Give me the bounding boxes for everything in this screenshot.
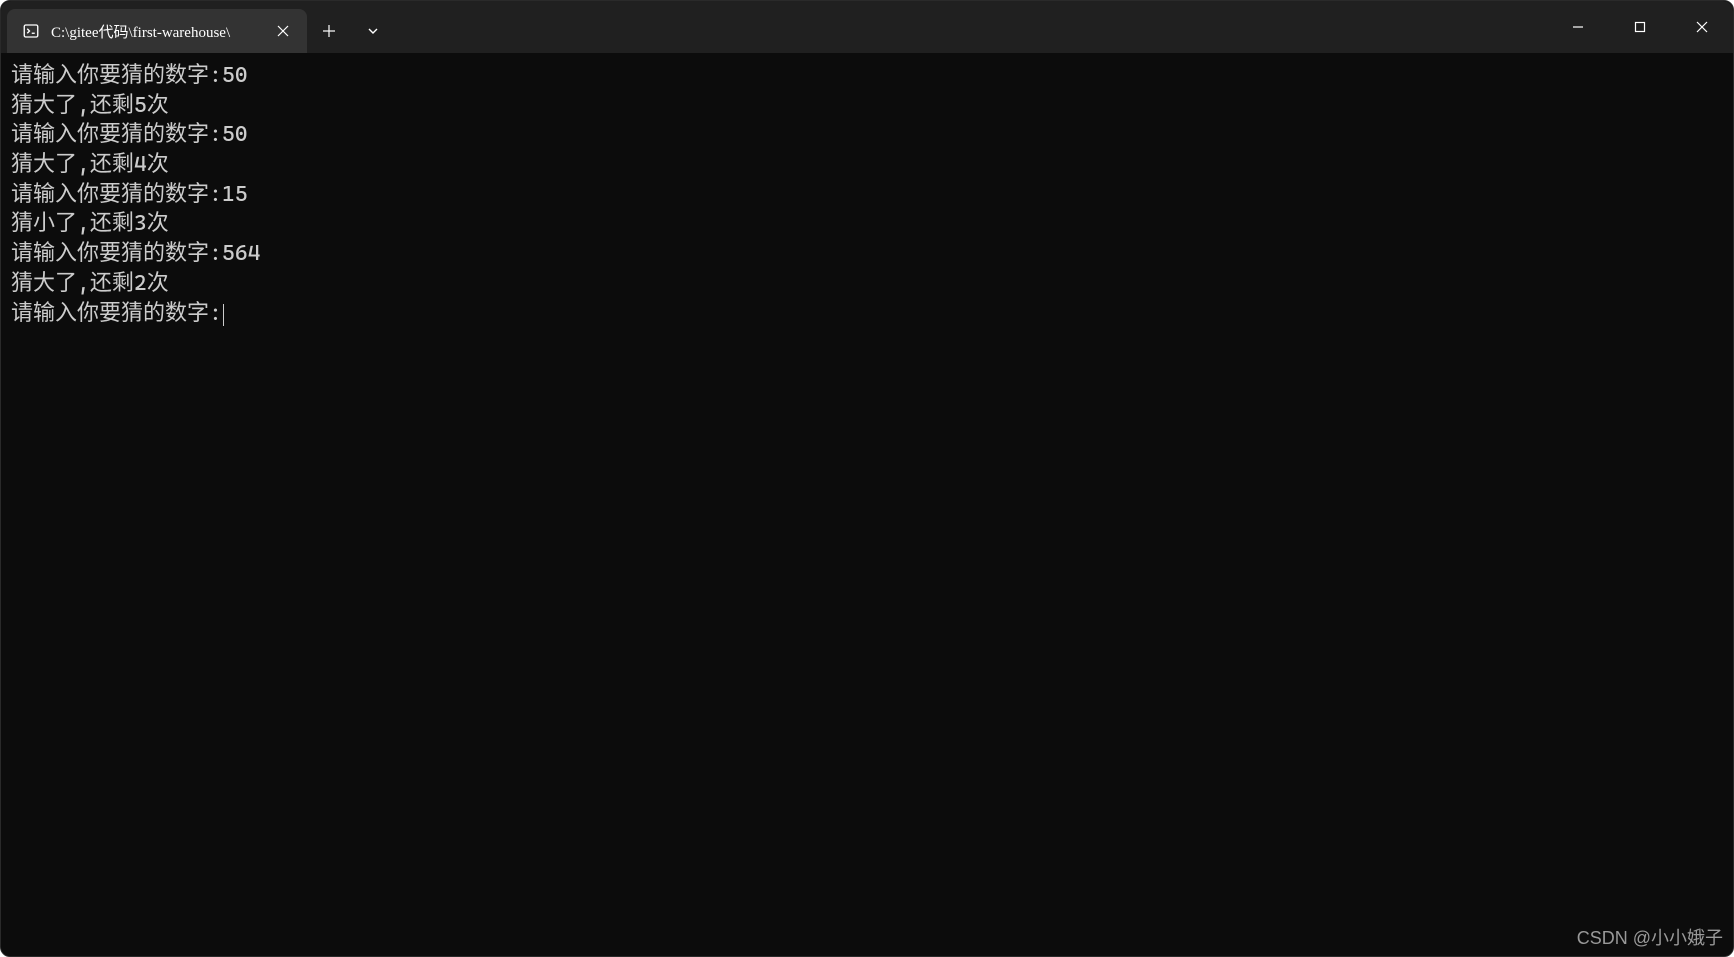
- tab-close-button[interactable]: [271, 19, 295, 43]
- minimize-button[interactable]: [1547, 1, 1609, 53]
- window-controls: [1547, 1, 1733, 53]
- titlebar-drag-area[interactable]: [395, 1, 1547, 53]
- terminal-window: C:\gitee代码\first-warehouse\: [0, 0, 1734, 957]
- terminal-line: 请输入你要猜的数字:15: [11, 180, 1723, 210]
- terminal-line: 请输入你要猜的数字:50: [11, 120, 1723, 150]
- active-tab[interactable]: C:\gitee代码\first-warehouse\: [7, 9, 307, 53]
- terminal-line: 猜大了,还剩5次: [11, 91, 1723, 121]
- cursor: [223, 304, 224, 326]
- terminal-icon: [21, 21, 41, 41]
- tab-title: C:\gitee代码\first-warehouse\: [51, 21, 261, 42]
- maximize-button[interactable]: [1609, 1, 1671, 53]
- tab-dropdown-button[interactable]: [351, 9, 395, 53]
- terminal-prompt-line: 请输入你要猜的数字:: [11, 299, 1723, 329]
- terminal-line: 请输入你要猜的数字:564: [11, 239, 1723, 269]
- titlebar[interactable]: C:\gitee代码\first-warehouse\: [1, 1, 1733, 53]
- terminal-prompt-text: 请输入你要猜的数字:: [11, 301, 222, 326]
- terminal-body[interactable]: 请输入你要猜的数字:50 猜大了,还剩5次 请输入你要猜的数字:50 猜大了,还…: [1, 53, 1733, 956]
- terminal-line: 请输入你要猜的数字:50: [11, 61, 1723, 91]
- terminal-line: 猜大了,还剩4次: [11, 150, 1723, 180]
- terminal-line: 猜小了,还剩3次: [11, 209, 1723, 239]
- watermark: CSDN @小小娥子: [1577, 926, 1723, 950]
- close-window-button[interactable]: [1671, 1, 1733, 53]
- terminal-line: 猜大了,还剩2次: [11, 269, 1723, 299]
- new-tab-button[interactable]: [307, 9, 351, 53]
